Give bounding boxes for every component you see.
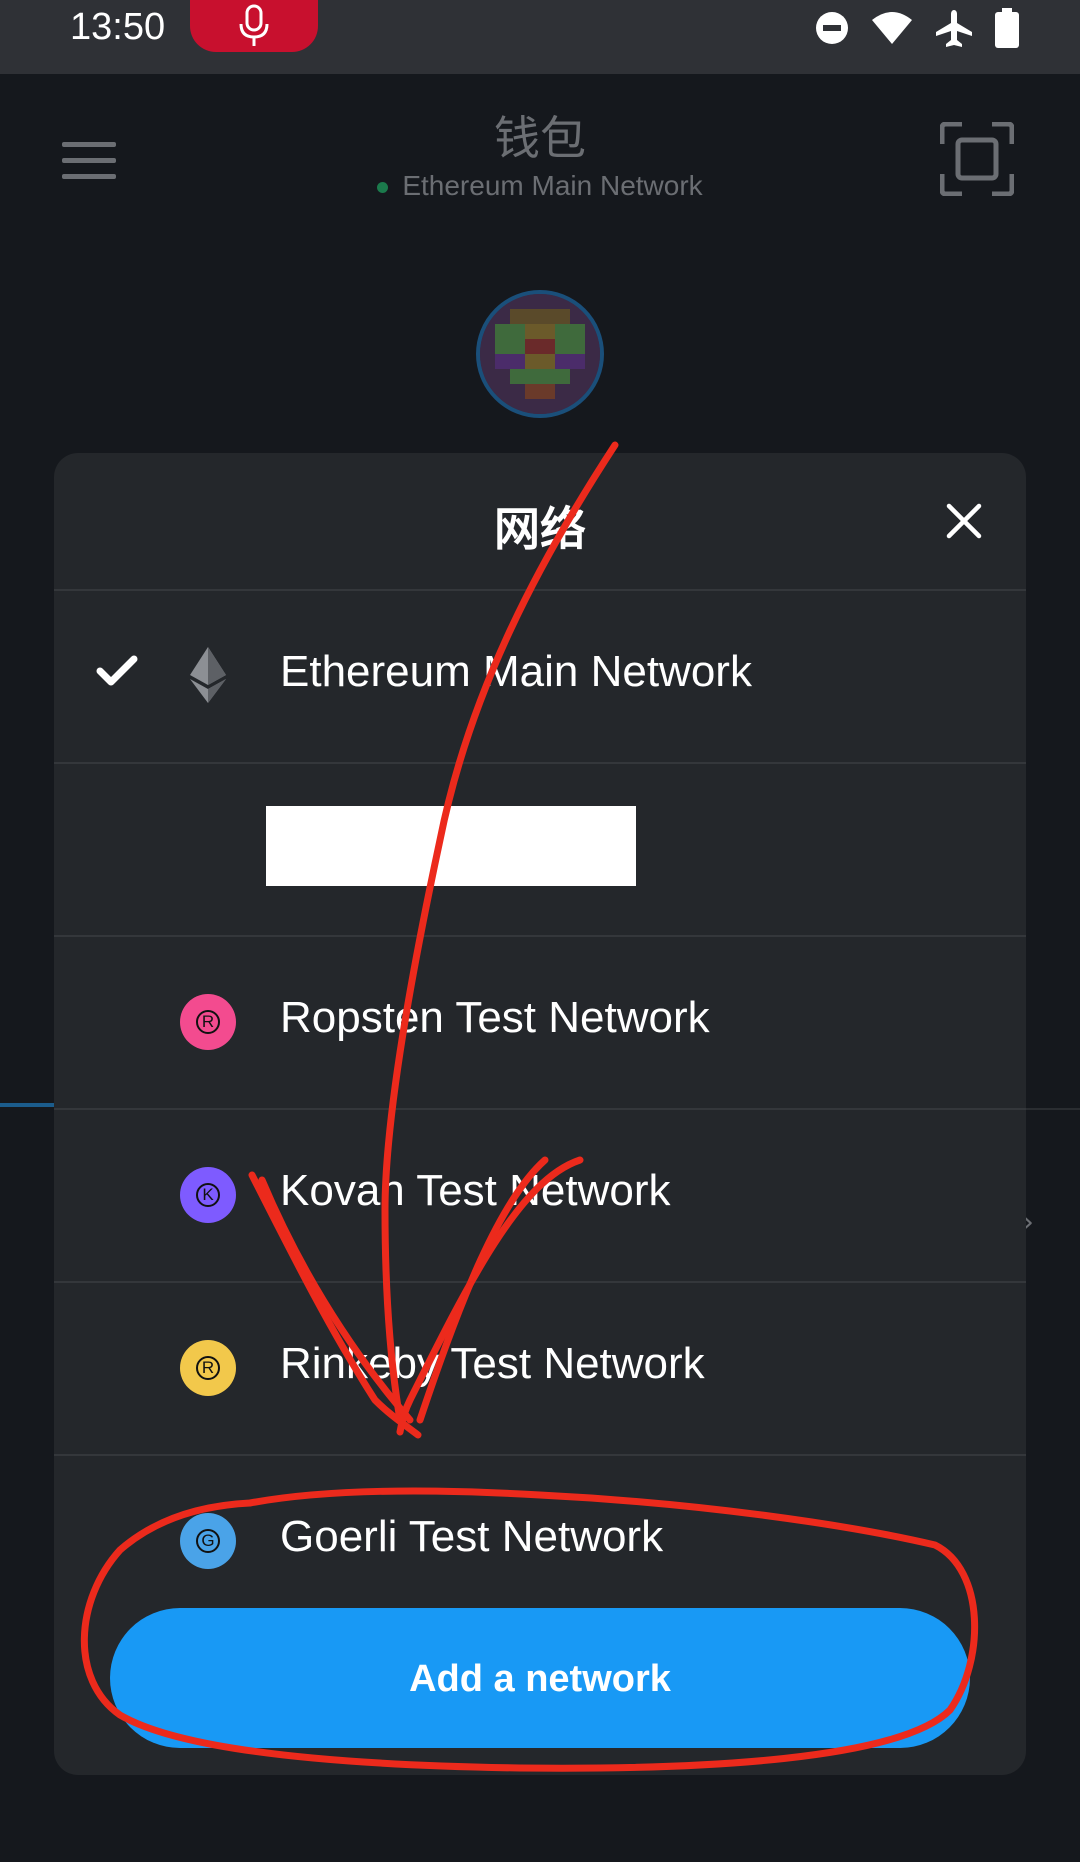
current-network-label: Ethereum Main Network <box>402 170 703 201</box>
network-label: Goerli Test Network <box>280 1512 664 1561</box>
rinkeby-badge-icon: R <box>180 1340 236 1396</box>
network-modal: 网络 Ethereum Main Network R Ropsten Test … <box>54 453 1026 1775</box>
status-time: 13:50 <box>70 6 166 48</box>
network-item-redacted[interactable] <box>54 764 1026 937</box>
ethereum-icon <box>190 647 226 703</box>
badge-letter: K <box>196 1183 220 1207</box>
add-network-button[interactable]: Add a network <box>110 1608 970 1748</box>
network-item-goerli[interactable]: G Goerli Test Network <box>54 1456 1026 1627</box>
redacted-network-label <box>266 806 636 886</box>
mic-icon <box>239 4 269 46</box>
network-label: Kovan Test Network <box>280 1166 671 1215</box>
network-item-kovan[interactable]: K Kovan Test Network <box>54 1110 1026 1283</box>
modal-title: 网络 <box>494 502 586 556</box>
badge-letter: R <box>196 1356 220 1380</box>
identicon <box>480 294 600 414</box>
status-icons <box>814 6 1020 50</box>
network-item-ethereum[interactable]: Ethereum Main Network <box>54 591 1026 764</box>
modal-header: 网络 <box>54 453 1026 591</box>
account-avatar[interactable] <box>476 290 604 418</box>
badge-letter: G <box>196 1529 220 1553</box>
mic-indicator[interactable] <box>190 0 318 52</box>
network-label: Rinkeby Test Network <box>280 1339 705 1388</box>
qr-scan-icon[interactable] <box>940 122 1014 196</box>
network-label: Ropsten Test Network <box>280 993 710 1042</box>
goerli-badge-icon: G <box>180 1513 236 1569</box>
status-bar: 13:50 <box>0 0 1080 74</box>
app-header: 钱包 Ethereum Main Network <box>0 74 1080 234</box>
close-icon[interactable] <box>946 503 982 539</box>
background-divider <box>1026 1108 1080 1110</box>
wifi-icon <box>872 12 912 44</box>
badge-letter: R <box>196 1010 220 1034</box>
network-item-ropsten[interactable]: R Ropsten Test Network <box>54 937 1026 1110</box>
kovan-badge-icon: K <box>180 1167 236 1223</box>
airplane-icon <box>936 10 972 47</box>
network-label: Ethereum Main Network <box>280 647 752 696</box>
network-status-dot <box>377 182 389 194</box>
ropsten-badge-icon: R <box>180 994 236 1050</box>
network-item-rinkeby[interactable]: R Rinkeby Test Network <box>54 1283 1026 1456</box>
battery-icon <box>995 8 1019 48</box>
page-title: 钱包 <box>494 111 586 165</box>
screen: 13:50 钱包 Ethereum Main Network › 网络 Ethe… <box>0 0 1080 1862</box>
check-icon <box>96 655 138 686</box>
current-network[interactable]: Ethereum Main Network <box>0 170 1080 202</box>
dnd-icon <box>816 12 848 44</box>
background-divider <box>0 1103 55 1107</box>
